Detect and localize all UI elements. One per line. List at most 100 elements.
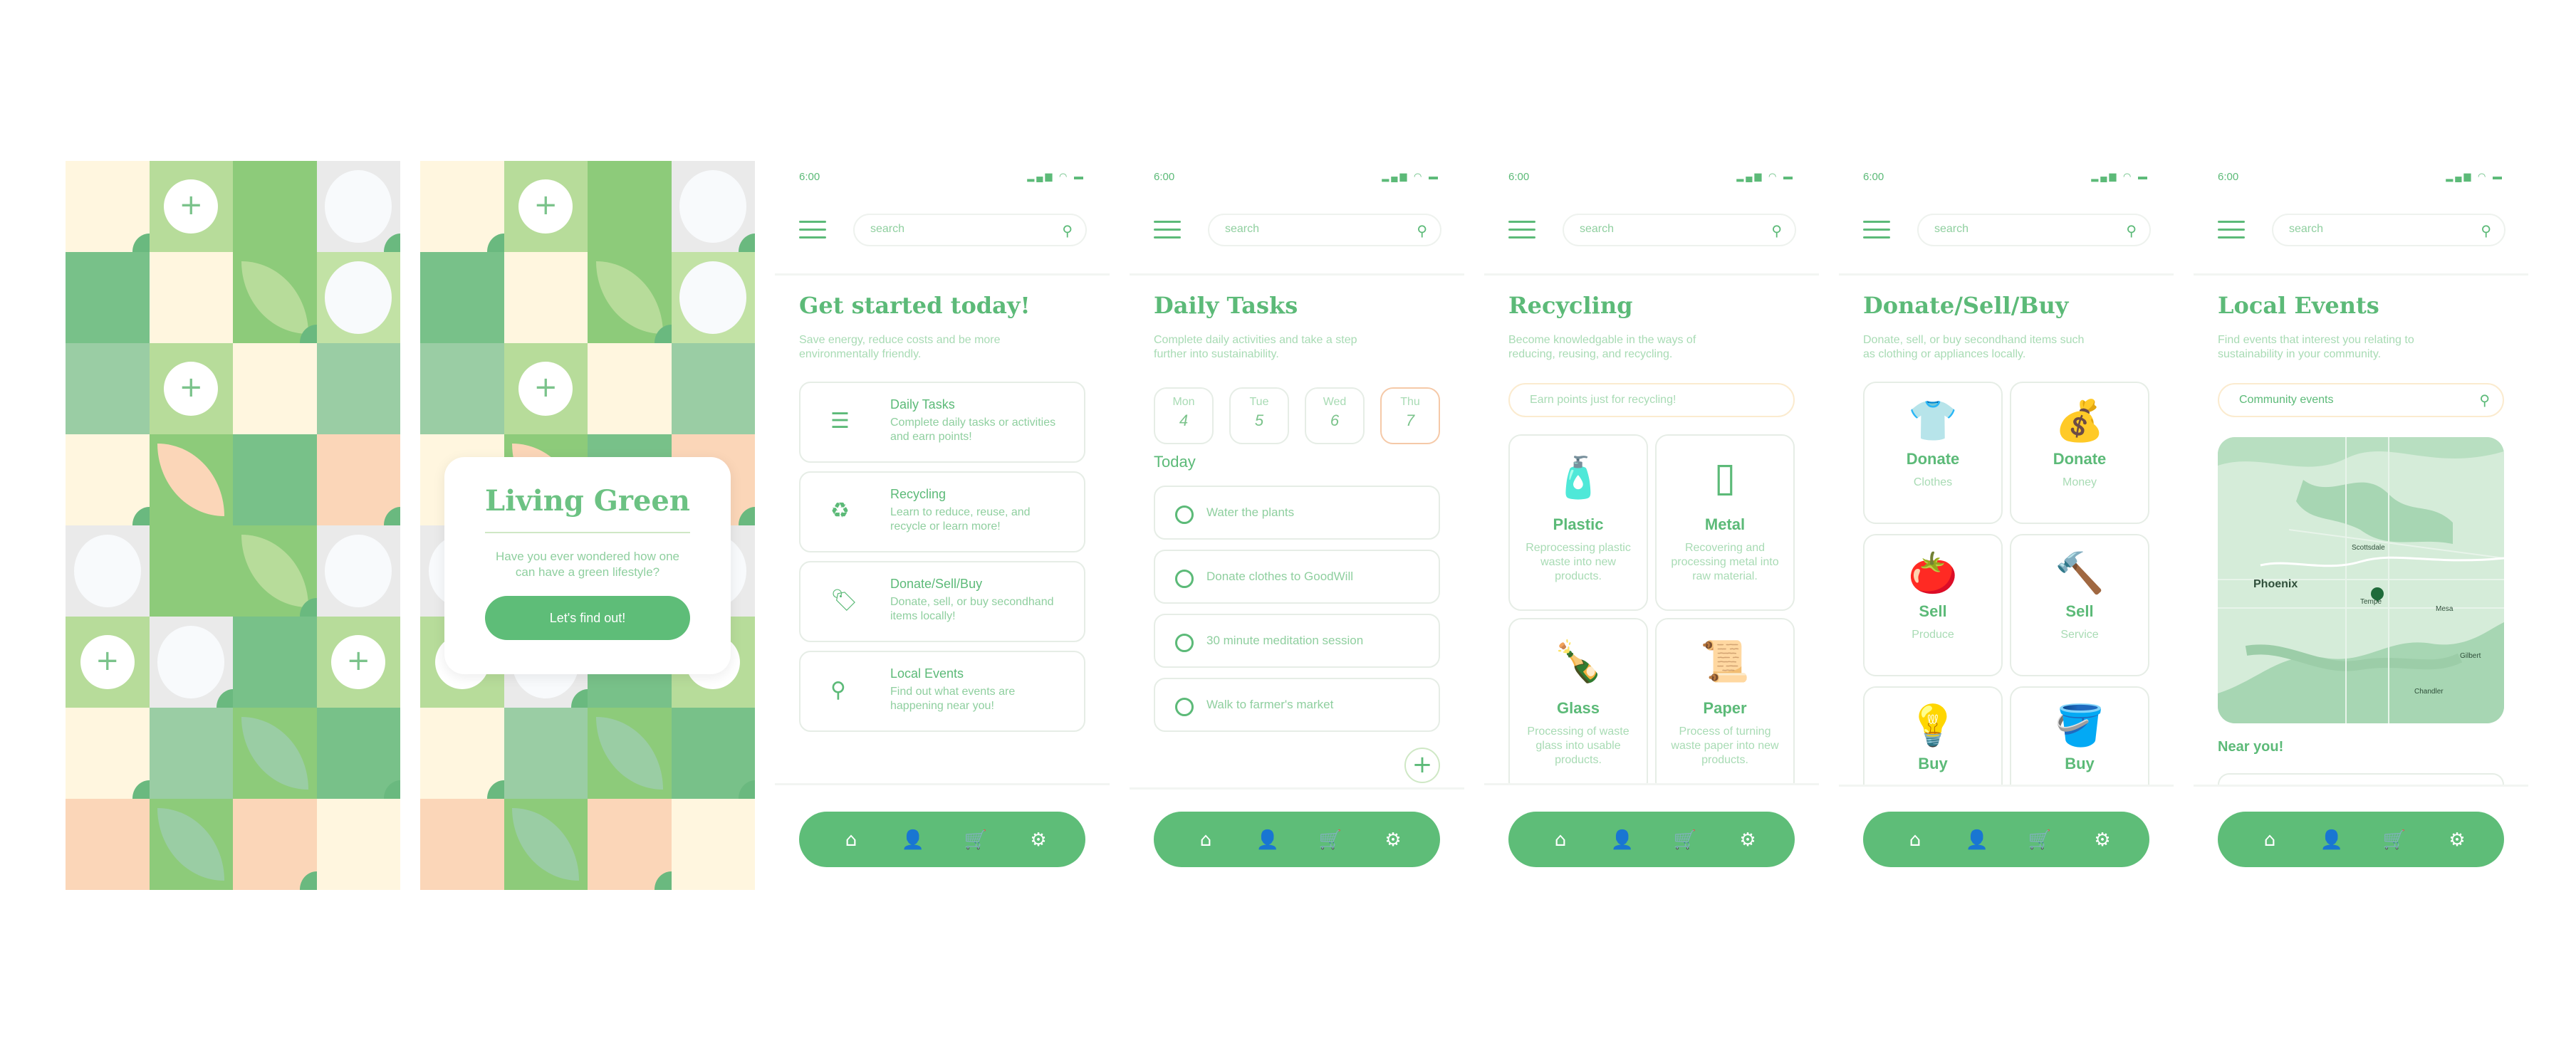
search-icon[interactable]: ⚲ [2481, 222, 2491, 240]
day-name: Tue [1249, 396, 1269, 408]
search-input[interactable] [1933, 222, 2107, 236]
search-input[interactable] [869, 222, 1043, 236]
page-title: Recycling [1508, 292, 1633, 319]
search-icon[interactable]: ⚲ [1062, 222, 1073, 240]
day-wed[interactable]: Wed 6 [1305, 387, 1365, 444]
pattern-tile [233, 161, 317, 252]
gear-icon[interactable]: ⚙ [1733, 826, 1762, 854]
tag-icon: 🏷 [830, 589, 858, 612]
search-bar[interactable]: ⚲ [853, 214, 1087, 246]
task-item[interactable]: 30 minute meditation session [1154, 614, 1440, 668]
gear-icon[interactable]: ⚙ [1379, 826, 1407, 854]
home-icon[interactable]: ⌂ [1901, 826, 1929, 854]
user-icon[interactable]: 👤 [2317, 826, 2346, 854]
day-name: Wed [1323, 396, 1347, 408]
material-plastic[interactable]: 🧴 Plastic Reprocessing plastic waste int… [1508, 434, 1648, 611]
card-daily-tasks[interactable]: ☰ Daily Tasks Complete daily tasks or ac… [799, 382, 1085, 463]
task-item[interactable]: Donate clothes to GoodWill [1154, 550, 1440, 604]
page-subtitle: Donate, sell, or buy secondhand items su… [1863, 334, 2085, 360]
option-sell-service[interactable]: 🔨 Sell Service [2010, 534, 2149, 676]
location-pin-icon: ⚲ [830, 678, 846, 702]
pattern-tile [671, 343, 755, 434]
day-tue[interactable]: Tue 5 [1229, 387, 1289, 444]
user-icon[interactable]: 👤 [1963, 826, 1991, 854]
search-bar[interactable]: ⚲ [1563, 214, 1796, 246]
material-paper[interactable]: 📜 Paper Process of turning waste paper i… [1655, 618, 1795, 795]
search-icon[interactable]: ⚲ [2126, 222, 2137, 240]
search-bar[interactable]: ⚲ [2272, 214, 2505, 246]
card-local-events[interactable]: ⚲ Local Events Find out what events are … [799, 651, 1085, 732]
search-bar[interactable]: ⚲ [1917, 214, 2151, 246]
material-metal[interactable]: ▯ Metal Recovering and processing metal … [1655, 434, 1795, 611]
day-thu[interactable]: Thu 7 [1380, 387, 1440, 444]
task-label: Donate clothes to GoodWill [1206, 570, 1353, 583]
pattern-tile [233, 434, 317, 525]
option-desc: Produce [1912, 629, 1954, 641]
hamburger-menu-icon[interactable] [2218, 221, 2245, 239]
add-task-button[interactable]: + [1404, 748, 1440, 783]
checkbox[interactable] [1175, 698, 1194, 716]
search-icon[interactable]: ⚲ [1771, 222, 1782, 240]
search-icon[interactable]: ⚲ [1417, 222, 1427, 240]
find-out-button[interactable]: Let's find out! [485, 596, 690, 640]
user-icon[interactable]: 👤 [1608, 826, 1637, 854]
home-icon[interactable]: ⌂ [1191, 826, 1220, 854]
material-name: Paper [1703, 699, 1747, 717]
hamburger-menu-icon[interactable] [799, 221, 826, 239]
gear-icon[interactable]: ⚙ [2443, 826, 2471, 854]
leaf-shape [157, 443, 225, 517]
cart-icon[interactable]: 🛒 [2380, 826, 2409, 854]
paper-icon: 📜 [1700, 639, 1750, 685]
cart-icon[interactable]: 🛒 [1316, 826, 1345, 854]
search-bar[interactable]: ⚲ [1208, 214, 1441, 246]
event-search[interactable]: Community events ⚲ [2218, 383, 2504, 417]
cart-icon[interactable]: 🛒 [2025, 826, 2054, 854]
task-item[interactable]: Water the plants [1154, 486, 1440, 540]
pattern-tile [149, 252, 233, 343]
points-banner[interactable]: Earn points just for recycling! [1508, 383, 1795, 417]
circle-shape [738, 234, 755, 252]
checkbox[interactable] [1175, 505, 1194, 524]
gear-icon[interactable]: ⚙ [1024, 826, 1053, 854]
card-title: Donate/Sell/Buy [890, 577, 983, 591]
pattern-tile [149, 617, 233, 708]
pattern-tile [66, 161, 150, 252]
search-icon[interactable]: ⚲ [2479, 392, 2490, 409]
day-mon[interactable]: Mon 4 [1154, 387, 1214, 444]
events-map[interactable]: Phoenix Scottsdale Tempe Mesa Gilbert Ch… [2218, 437, 2504, 723]
material-glass[interactable]: 🍾 Glass Processing of waste glass into u… [1508, 618, 1648, 795]
card-recycling[interactable]: ♻ Recycling Learn to reduce, reuse, and … [799, 471, 1085, 552]
search-input[interactable] [1578, 222, 1752, 236]
search-input[interactable] [2288, 222, 2461, 236]
checkbox[interactable] [1175, 634, 1194, 652]
user-icon[interactable]: 👤 [899, 826, 927, 854]
gear-icon[interactable]: ⚙ [2088, 826, 2117, 854]
money-bag-icon: 💰 [2055, 398, 2105, 444]
pattern-tile [504, 708, 588, 799]
option-donate-clothes[interactable]: 👕 Donate Clothes [1863, 382, 2003, 524]
day-date: 7 [1405, 412, 1415, 429]
pattern-tile [420, 343, 504, 434]
option-donate-money[interactable]: 💰 Donate Money [2010, 382, 2149, 524]
card-donate[interactable]: 🏷 Donate/Sell/Buy Donate, sell, or buy s… [799, 561, 1085, 642]
pattern-tile [420, 799, 504, 890]
home-icon[interactable]: ⌂ [837, 826, 865, 854]
hamburger-menu-icon[interactable] [1154, 221, 1181, 239]
hamburger-menu-icon[interactable] [1863, 221, 1890, 239]
search-input[interactable] [1224, 222, 1397, 236]
lamp-icon: 💡 [1908, 703, 1958, 749]
bottom-divider [775, 783, 1110, 801]
card-title: Recycling [890, 487, 947, 501]
task-item[interactable]: Walk to farmer's market [1154, 678, 1440, 732]
option-sell-produce[interactable]: 🍅 Sell Produce [1863, 534, 2003, 676]
status-bar: 6:00 ▂▄▆ ◠ ▬ [2218, 171, 2504, 187]
user-icon[interactable]: 👤 [1253, 826, 1282, 854]
cart-icon[interactable]: 🛒 [961, 826, 990, 854]
day-name: Mon [1172, 396, 1195, 408]
checkbox[interactable] [1175, 570, 1194, 588]
home-icon[interactable]: ⌂ [2256, 826, 2284, 854]
home-icon[interactable]: ⌂ [1546, 826, 1575, 854]
pattern-tile [504, 799, 588, 890]
hamburger-menu-icon[interactable] [1508, 221, 1535, 239]
cart-icon[interactable]: 🛒 [1671, 826, 1699, 854]
